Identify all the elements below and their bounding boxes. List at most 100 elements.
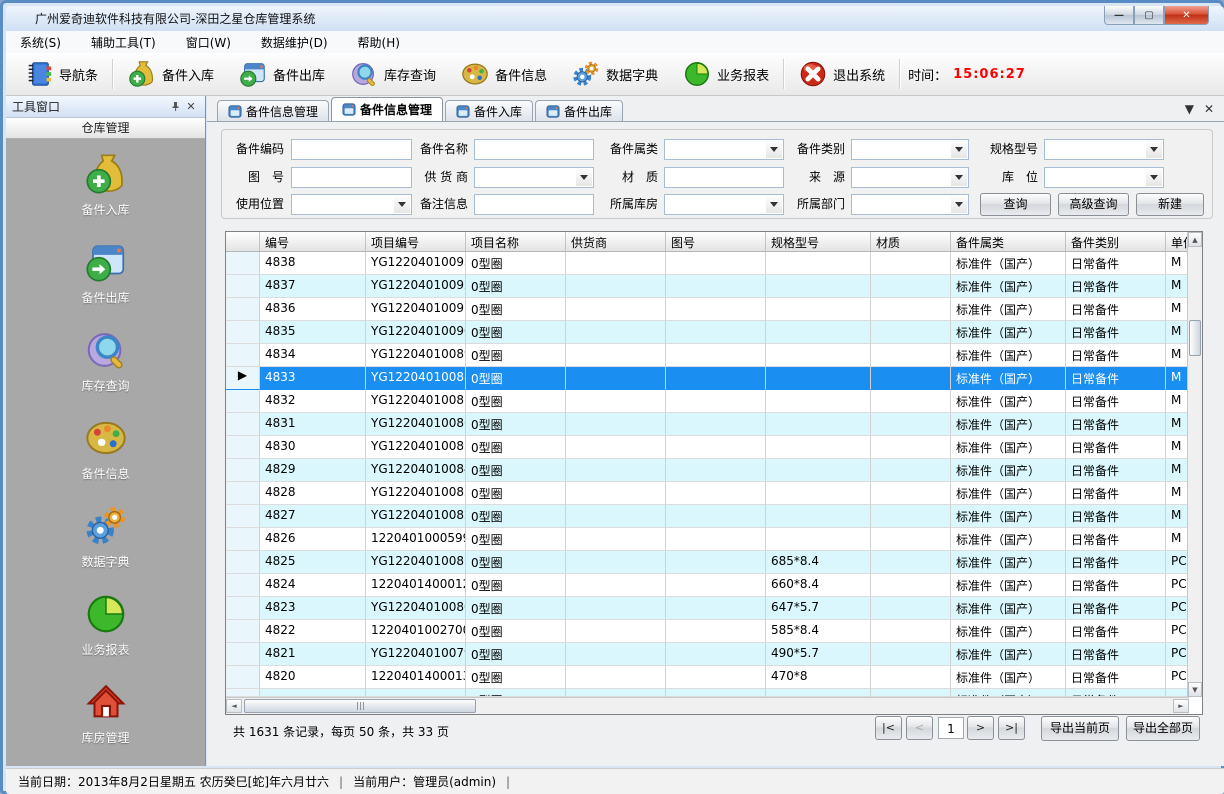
row-selector-cell[interactable] — [226, 252, 260, 275]
toolbar-button-备件出库[interactable]: 备件出库 — [226, 56, 337, 92]
button-高级查询[interactable]: 高级查询 — [1058, 193, 1129, 216]
scroll-left-icon[interactable]: ◄ — [226, 699, 242, 713]
menu-item-1[interactable]: 系统(S) — [20, 34, 61, 51]
table-row-4829[interactable]: 4829YG122040100840型圈标准件（国产）日常备件M — [226, 459, 1189, 482]
table-row-partial[interactable]: 0型圈标准件（国产）日常备件 — [226, 689, 1189, 697]
vertical-scroll-thumb[interactable] — [1189, 320, 1201, 356]
chevron-down-icon[interactable] — [576, 169, 592, 186]
minimize-button[interactable]: — — [1104, 6, 1134, 25]
row-selector-cell[interactable] — [226, 459, 260, 482]
chevron-down-icon[interactable] — [766, 141, 782, 158]
pin-icon[interactable] — [167, 99, 183, 115]
button-查询[interactable]: 查询 — [980, 193, 1051, 216]
tab-close-icon[interactable]: ✕ — [1204, 102, 1214, 116]
prev-page-button[interactable]: < — [906, 716, 933, 740]
row-selector-cell[interactable] — [226, 597, 260, 620]
combo-规格型号[interactable] — [1044, 139, 1164, 160]
row-selector-cell[interactable] — [226, 436, 260, 459]
menu-item-3[interactable]: 窗口(W) — [186, 34, 231, 51]
table-row-4822[interactable]: 482212204010027000型圈585*8.4标准件（国产）日常备件PC — [226, 620, 1189, 643]
chevron-down-icon[interactable] — [951, 196, 967, 213]
current-row-marker[interactable]: ▶ — [226, 367, 260, 390]
column-header-备件属类[interactable]: 备件属类 — [951, 232, 1066, 251]
column-header-材质[interactable]: 材质 — [871, 232, 951, 251]
table-row-4823[interactable]: 4823YG122040100800型圈647*5.7标准件（国产）日常备件PC — [226, 597, 1189, 620]
row-selector-cell[interactable] — [226, 551, 260, 574]
column-header-规格型号[interactable]: 规格型号 — [766, 232, 871, 251]
chevron-down-icon[interactable] — [766, 196, 782, 213]
table-row-4836[interactable]: 4836YG122040100910型圈标准件（国产）日常备件M — [226, 298, 1189, 321]
panel-close-icon[interactable]: ✕ — [183, 99, 199, 115]
toolbar-button-备件入库[interactable]: 备件入库 — [115, 56, 226, 92]
tab-3-备件入库[interactable]: 备件入库 — [445, 100, 533, 121]
table-row-4832[interactable]: 4832YG122040100870型圈标准件（国产）日常备件M — [226, 390, 1189, 413]
column-header-编号[interactable]: 编号 — [260, 232, 366, 251]
table-row-4826[interactable]: 482612204010005990型圈标准件（国产）日常备件M — [226, 528, 1189, 551]
column-header-项目名称[interactable]: 项目名称 — [466, 232, 566, 251]
column-header-备件类别[interactable]: 备件类别 — [1066, 232, 1166, 251]
tab-list-dropdown-icon[interactable]: ▼ — [1185, 102, 1194, 116]
sidebar-item-库存查询[interactable]: 库存查询 — [6, 327, 205, 415]
table-row-4827[interactable]: 4827YG122040100820型圈标准件（国产）日常备件M — [226, 505, 1189, 528]
horizontal-scroll-thumb[interactable] — [244, 699, 476, 713]
table-row-4825[interactable]: 4825YG122040100810型圈685*8.4标准件（国产）日常备件PC — [226, 551, 1189, 574]
table-row-4820[interactable]: 482012204014000130型圈470*8标准件（国产）日常备件PC — [226, 666, 1189, 689]
input-材质[interactable] — [664, 167, 784, 188]
last-page-button[interactable]: >| — [998, 716, 1025, 740]
chevron-down-icon[interactable] — [951, 141, 967, 158]
row-selector-cell[interactable] — [226, 321, 260, 344]
table-row-4831[interactable]: 4831YG122040100860型圈标准件（国产）日常备件M — [226, 413, 1189, 436]
combo-库位[interactable] — [1044, 167, 1164, 188]
export-current-page-button[interactable]: 导出当前页 — [1041, 716, 1119, 741]
tab-4-备件出库[interactable]: 备件出库 — [535, 100, 623, 121]
column-header-单位[interactable]: 单位 — [1166, 232, 1189, 251]
row-selector-cell[interactable] — [226, 528, 260, 551]
column-header-图号[interactable]: 图号 — [666, 232, 766, 251]
toolbar-button-备件信息[interactable]: 备件信息 — [448, 56, 559, 92]
row-selector-cell[interactable] — [226, 344, 260, 367]
tab-2-备件信息管理[interactable]: 备件信息管理 — [331, 97, 443, 121]
row-selector-cell[interactable] — [226, 666, 260, 689]
export-all-pages-button[interactable]: 导出全部页 — [1126, 716, 1200, 741]
menu-item-4[interactable]: 数据维护(D) — [261, 34, 328, 51]
combo-备件类别[interactable] — [851, 139, 969, 160]
table-row-4828[interactable]: 4828YG122040100830型圈标准件（国产）日常备件M — [226, 482, 1189, 505]
page-number-input[interactable]: 1 — [938, 717, 964, 739]
row-selector-cell[interactable] — [226, 298, 260, 321]
maximize-button[interactable]: ▢ — [1134, 6, 1164, 25]
row-selector-cell[interactable] — [226, 275, 260, 298]
combo-供货商[interactable] — [474, 167, 594, 188]
tab-1-备件信息管理[interactable]: 备件信息管理 — [217, 100, 329, 121]
chevron-down-icon[interactable] — [394, 196, 410, 213]
row-selector-cell[interactable] — [226, 413, 260, 436]
chevron-down-icon[interactable] — [1146, 169, 1162, 186]
button-新建[interactable]: 新建 — [1136, 193, 1204, 216]
table-row-4833[interactable]: ▶4833YG122040100880型圈标准件（国产）日常备件M — [226, 367, 1189, 390]
row-selector-cell[interactable] — [226, 505, 260, 528]
input-备注信息[interactable] — [474, 194, 594, 215]
chevron-down-icon[interactable] — [951, 169, 967, 186]
toolbar-button-数据字典[interactable]: 数据字典 — [559, 56, 670, 92]
vertical-scrollbar[interactable]: ▲ ▼ — [1187, 232, 1202, 697]
combo-所属部门[interactable] — [851, 194, 969, 215]
combo-使用位置[interactable] — [291, 194, 412, 215]
scroll-right-icon[interactable]: ► — [1173, 699, 1189, 713]
toolbar-button-库存查询[interactable]: 库存查询 — [337, 56, 448, 92]
table-row-4821[interactable]: 4821YG122040100790型圈490*5.7标准件（国产）日常备件PC — [226, 643, 1189, 666]
table-row-4835[interactable]: 4835YG122040100900型圈标准件（国产）日常备件M — [226, 321, 1189, 344]
scroll-down-icon[interactable]: ▼ — [1188, 682, 1202, 697]
table-row-4838[interactable]: 4838YG122040100930型圈标准件（国产）日常备件M — [226, 252, 1189, 275]
combo-来源[interactable] — [851, 167, 969, 188]
column-header-供货商[interactable]: 供货商 — [566, 232, 666, 251]
sidebar-item-备件入库[interactable]: 备件入库 — [6, 151, 205, 239]
combo-所属库房[interactable] — [664, 194, 784, 215]
horizontal-scrollbar[interactable]: ◄ ► — [226, 697, 1189, 714]
table-row-4830[interactable]: 4830YG122040100850型圈标准件（国产）日常备件M — [226, 436, 1189, 459]
toolbar-button-导航条[interactable]: 导航条 — [12, 56, 110, 92]
table-row-4824[interactable]: 482412204014000120型圈660*8.4标准件（国产）日常备件PC — [226, 574, 1189, 597]
menu-item-2[interactable]: 辅助工具(T) — [91, 34, 156, 51]
next-page-button[interactable]: > — [967, 716, 994, 740]
input-图号[interactable] — [291, 167, 412, 188]
toolbar-button-退出系统[interactable]: 退出系统 — [786, 56, 897, 92]
sidebar-item-备件信息[interactable]: 备件信息 — [6, 415, 205, 503]
